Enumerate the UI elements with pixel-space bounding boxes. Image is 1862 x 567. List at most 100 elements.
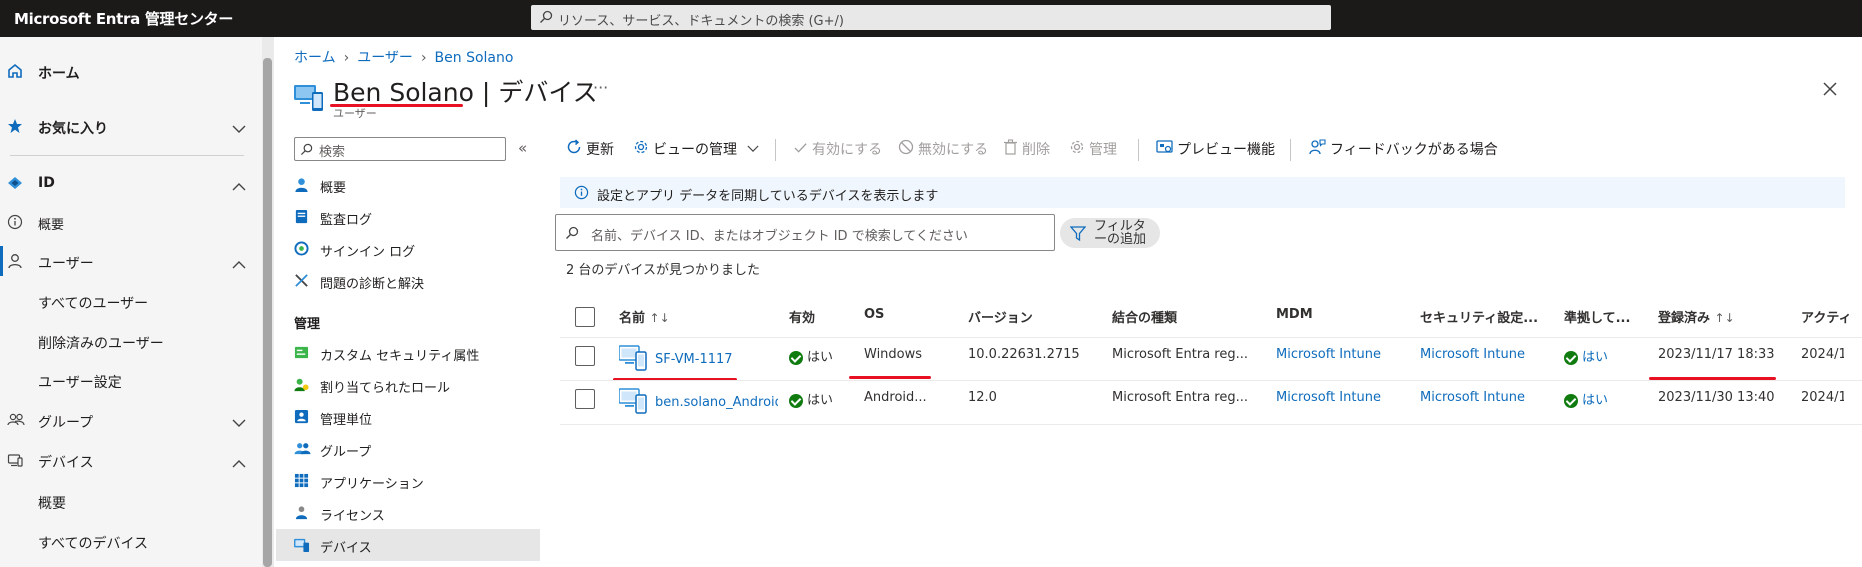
nav-all-devices[interactable]: すべてのデバイス [0, 522, 258, 560]
app-title[interactable]: Microsoft Entra 管理センター [14, 8, 233, 29]
nav-favorites-label: お気に入り [38, 121, 108, 137]
mdm-link[interactable]: Microsoft Intune [1276, 347, 1381, 362]
registered-cell: 2023/11/17 18:33 [1658, 347, 1775, 362]
column-header-registered[interactable]: 登録済み ↑↓ [1658, 307, 1735, 326]
group-icon [7, 412, 25, 432]
os-cell: Windows [864, 347, 923, 362]
manage-section-heading: 管理 [294, 317, 321, 332]
device-name-link[interactable]: SF-VM-1117 [655, 352, 775, 367]
feedback-button[interactable]: フィードバックがある場合 [1309, 139, 1498, 159]
add-filter-button[interactable]: フィルターの追加 [1060, 218, 1160, 248]
page-title-separator: | [481, 78, 491, 107]
row-checkbox[interactable] [575, 346, 595, 366]
search-icon [565, 225, 579, 244]
menu-licenses[interactable]: ライセンス [276, 497, 540, 529]
breadcrumb-home[interactable]: ホーム [294, 50, 336, 66]
menu-signin-logs[interactable]: サインイン ログ [276, 233, 540, 265]
close-icon[interactable] [1822, 78, 1838, 103]
nav-devices-overview[interactable]: 概要 [0, 482, 258, 520]
row-checkbox[interactable] [575, 389, 595, 409]
column-header-security-settings[interactable]: セキュリティ設定... [1420, 307, 1538, 326]
check-circle-icon [1564, 393, 1578, 408]
enabled-value: はい [807, 350, 834, 365]
devices-icon [294, 537, 310, 556]
version-cell: 10.0.22631.2715 [968, 347, 1080, 362]
menu-assigned-roles-label: 割り当てられたロール [320, 381, 451, 396]
mdm-link[interactable]: Microsoft Intune [1276, 390, 1381, 405]
column-header-enabled[interactable]: 有効 [789, 307, 815, 326]
more-actions-button[interactable]: ··· [593, 78, 608, 97]
compliant-cell[interactable]: はい [1564, 346, 1608, 365]
select-all-checkbox[interactable] [575, 307, 595, 327]
column-header-join-type[interactable]: 結合の種類 [1112, 307, 1177, 326]
security-settings-link[interactable]: Microsoft Intune [1420, 347, 1525, 362]
menu-assigned-roles[interactable]: 割り当てられたロール [276, 369, 540, 401]
breadcrumb-user[interactable]: Ben Solano [435, 50, 514, 66]
collapse-menu-button[interactable]: « [518, 139, 527, 157]
delete-button[interactable]: 削除 [1003, 139, 1050, 159]
toolbar-divider [1290, 139, 1291, 161]
column-header-name[interactable]: 名前 ↑↓ [619, 307, 670, 326]
menu-applications[interactable]: アプリケーション [276, 465, 540, 497]
nav-overview[interactable]: 概要 [0, 203, 258, 241]
chevron-up-icon [232, 254, 246, 273]
version-cell: 12.0 [968, 390, 997, 405]
nav-deleted-users[interactable]: 削除済みのユーザー [0, 322, 258, 360]
toolbar-divider [1138, 139, 1139, 161]
nav-divider [10, 155, 244, 156]
admin-unit-icon [294, 409, 309, 428]
chevron-up-icon [232, 453, 246, 472]
device-icon [618, 388, 647, 418]
breadcrumb-users[interactable]: ユーザー [357, 50, 413, 66]
nav-home[interactable]: ホーム [0, 52, 258, 90]
column-header-activity[interactable]: アクティ [1801, 307, 1862, 326]
menu-diagnose-solve[interactable]: 問題の診断と解決 [276, 265, 540, 297]
manage-view-button[interactable]: ビューの管理 [633, 139, 763, 159]
refresh-label: 更新 [586, 142, 614, 158]
column-header-version[interactable]: バージョン [968, 307, 1033, 326]
menu-overview[interactable]: 概要 [276, 169, 540, 201]
person-icon [294, 177, 309, 196]
menu-devices-label: デバイス [320, 541, 372, 556]
nav-scrollbar-thumb[interactable] [263, 58, 272, 567]
device-search-placeholder: 名前、デバイス ID、またはオブジェクト ID で検索してください [591, 229, 968, 244]
manage-button[interactable]: 管理 [1069, 139, 1117, 159]
nav-id[interactable]: ID [0, 164, 258, 202]
column-header-compliant[interactable]: 準拠して... [1564, 307, 1630, 326]
device-search-input[interactable]: 名前、デバイス ID、またはオブジェクト ID で検索してください [555, 214, 1055, 251]
signin-log-icon [294, 241, 309, 260]
nav-groups-label: グループ [38, 415, 94, 431]
nav-all-users[interactable]: すべてのユーザー [0, 282, 258, 320]
toolbar-divider [775, 139, 776, 161]
security-settings-link[interactable]: Microsoft Intune [1420, 390, 1525, 405]
preview-icon [1156, 139, 1173, 159]
nav-users[interactable]: ユーザー [0, 242, 258, 280]
refresh-button[interactable]: 更新 [566, 139, 614, 159]
menu-custom-security-attributes[interactable]: カスタム セキュリティ属性 [276, 337, 540, 369]
column-header-name-label: 名前 [619, 311, 646, 326]
check-circle-icon [789, 350, 803, 365]
menu-licenses-label: ライセンス [320, 509, 385, 524]
resource-menu-search-input[interactable]: 検索 [294, 137, 506, 161]
menu-audit-logs[interactable]: 監査ログ [276, 201, 540, 233]
menu-admin-units[interactable]: 管理単位 [276, 401, 540, 433]
column-header-mdm[interactable]: MDM [1276, 307, 1313, 322]
nav-devices[interactable]: デバイス [0, 441, 258, 479]
page-title-section: デバイス [498, 78, 598, 107]
global-search-input[interactable]: リソース、サービス、ドキュメントの検索 (G+/) [531, 5, 1331, 30]
menu-audit-logs-label: 監査ログ [320, 213, 373, 228]
menu-groups[interactable]: グループ [276, 433, 540, 465]
menu-applications-label: アプリケーション [320, 477, 424, 492]
annotation-underline [849, 376, 931, 379]
compliant-cell[interactable]: はい [1564, 389, 1608, 408]
preview-features-button[interactable]: プレビュー機能 [1156, 139, 1275, 159]
disable-button[interactable]: 無効にする [898, 139, 988, 159]
enable-button[interactable]: 有効にする [793, 139, 882, 159]
nav-groups[interactable]: グループ [0, 401, 258, 439]
menu-devices[interactable]: デバイス [276, 529, 540, 561]
page-subtitle: ユーザー [333, 107, 377, 120]
column-header-os[interactable]: OS [864, 307, 884, 322]
nav-user-settings[interactable]: ユーザー設定 [0, 361, 258, 399]
device-name-link[interactable]: ben.solano_AndroidF [655, 395, 778, 410]
nav-favorites[interactable]: お気に入り [0, 107, 258, 145]
